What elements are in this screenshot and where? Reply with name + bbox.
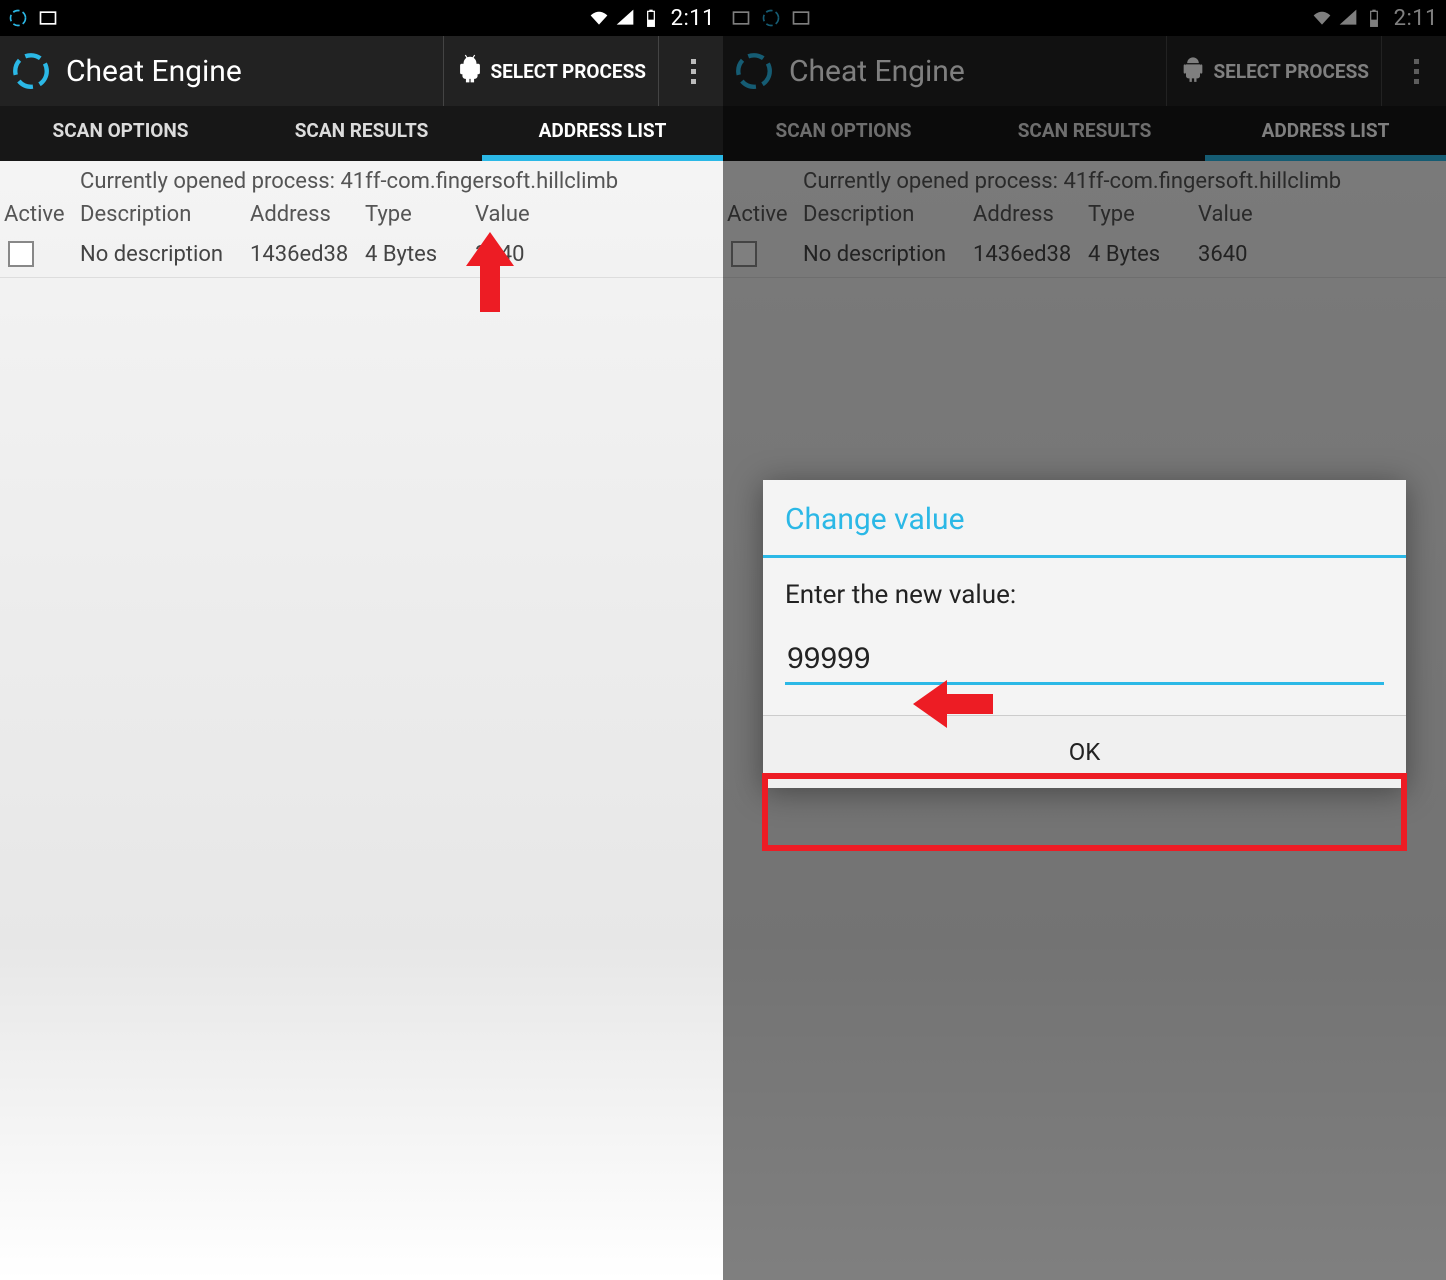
tab-bar: SCAN OPTIONS SCAN RESULTS ADDRESS LIST (723, 106, 1446, 161)
header-type: Type (1088, 202, 1198, 227)
header-type: Type (365, 202, 475, 227)
header-address: Address (973, 202, 1088, 227)
header-active: Active (727, 202, 803, 227)
tab-address-list[interactable]: ADDRESS LIST (1205, 106, 1446, 161)
table-row[interactable]: No description 1436ed38 4 Bytes 3640 (723, 235, 1446, 278)
app-logo-icon (733, 50, 775, 92)
status-bar: 2:11 (0, 0, 723, 36)
android-icon (1179, 54, 1207, 89)
app-bar: Cheat Engine SELECT PROCESS (723, 36, 1446, 106)
phone-right: 2:11 Cheat Engine SELECT PROCESS SCAN OP… (723, 0, 1446, 1280)
select-process-button[interactable]: SELECT PROCESS (443, 36, 659, 106)
process-line: Currently opened process: 41ff-com.finge… (0, 161, 723, 200)
tab-scan-results[interactable]: SCAN RESULTS (241, 106, 482, 161)
screenshot-notification-icon (38, 8, 58, 28)
phone-left: 2:11 Cheat Engine SELECT PROCESS SCAN OP… (0, 0, 723, 1280)
screenshot-notification-icon (731, 8, 751, 28)
cell-address: 1436ed38 (250, 242, 365, 267)
tab-bar: SCAN OPTIONS SCAN RESULTS ADDRESS LIST (0, 106, 723, 161)
dialog-title: Change value (763, 480, 1406, 555)
header-value: Value (1198, 202, 1436, 227)
overflow-menu-button[interactable] (1396, 36, 1436, 106)
signal-icon (1338, 8, 1358, 28)
change-value-dialog: Change value Enter the new value: OK (763, 480, 1406, 788)
status-time: 2:11 (1394, 6, 1438, 31)
dialog-ok-button[interactable]: OK (763, 716, 1406, 788)
tab-scan-results[interactable]: SCAN RESULTS (964, 106, 1205, 161)
battery-icon (641, 8, 661, 28)
header-description: Description (803, 202, 973, 227)
select-process-label: SELECT PROCESS (490, 60, 646, 83)
status-time: 2:11 (671, 6, 715, 31)
overflow-menu-button[interactable] (673, 36, 713, 106)
header-value: Value (475, 202, 713, 227)
active-checkbox[interactable] (8, 241, 34, 267)
cell-value: 3640 (1198, 242, 1436, 267)
annotation-arrow-up-icon (466, 232, 514, 312)
app-title: Cheat Engine (66, 54, 429, 89)
tab-address-list[interactable]: ADDRESS LIST (482, 106, 723, 161)
select-process-button[interactable]: SELECT PROCESS (1166, 36, 1382, 106)
wifi-icon (1312, 8, 1332, 28)
tab-scan-options[interactable]: SCAN OPTIONS (0, 106, 241, 161)
column-headers: Active Description Address Type Value (723, 200, 1446, 235)
header-address: Address (250, 202, 365, 227)
app-logo-icon (10, 50, 52, 92)
header-description: Description (80, 202, 250, 227)
app-notification-icon (8, 8, 28, 28)
annotation-arrow-left-icon (913, 680, 993, 728)
battery-icon (1364, 8, 1384, 28)
android-icon (456, 54, 484, 89)
screenshot-notification-icon-2 (791, 8, 811, 28)
cell-type: 4 Bytes (1088, 242, 1198, 267)
select-process-label: SELECT PROCESS (1213, 60, 1369, 83)
dialog-label: Enter the new value: (763, 558, 1406, 620)
address-list-content: Currently opened process: 41ff-com.finge… (0, 161, 723, 1280)
cell-type: 4 Bytes (365, 242, 475, 267)
signal-icon (615, 8, 635, 28)
status-bar: 2:11 (723, 0, 1446, 36)
app-title: Cheat Engine (789, 54, 1152, 89)
column-headers: Active Description Address Type Value (0, 200, 723, 235)
cell-address: 1436ed38 (973, 242, 1088, 267)
tab-scan-options[interactable]: SCAN OPTIONS (723, 106, 964, 161)
app-bar: Cheat Engine SELECT PROCESS (0, 36, 723, 106)
table-row[interactable]: No description 1436ed38 4 Bytes 3640 (0, 235, 723, 278)
dialog-value-input[interactable] (785, 638, 1384, 685)
active-checkbox[interactable] (731, 241, 757, 267)
cell-description: No description (80, 242, 250, 267)
app-notification-icon (761, 8, 781, 28)
header-active: Active (4, 202, 80, 227)
wifi-icon (589, 8, 609, 28)
cell-description: No description (803, 242, 973, 267)
process-line: Currently opened process: 41ff-com.finge… (723, 161, 1446, 200)
